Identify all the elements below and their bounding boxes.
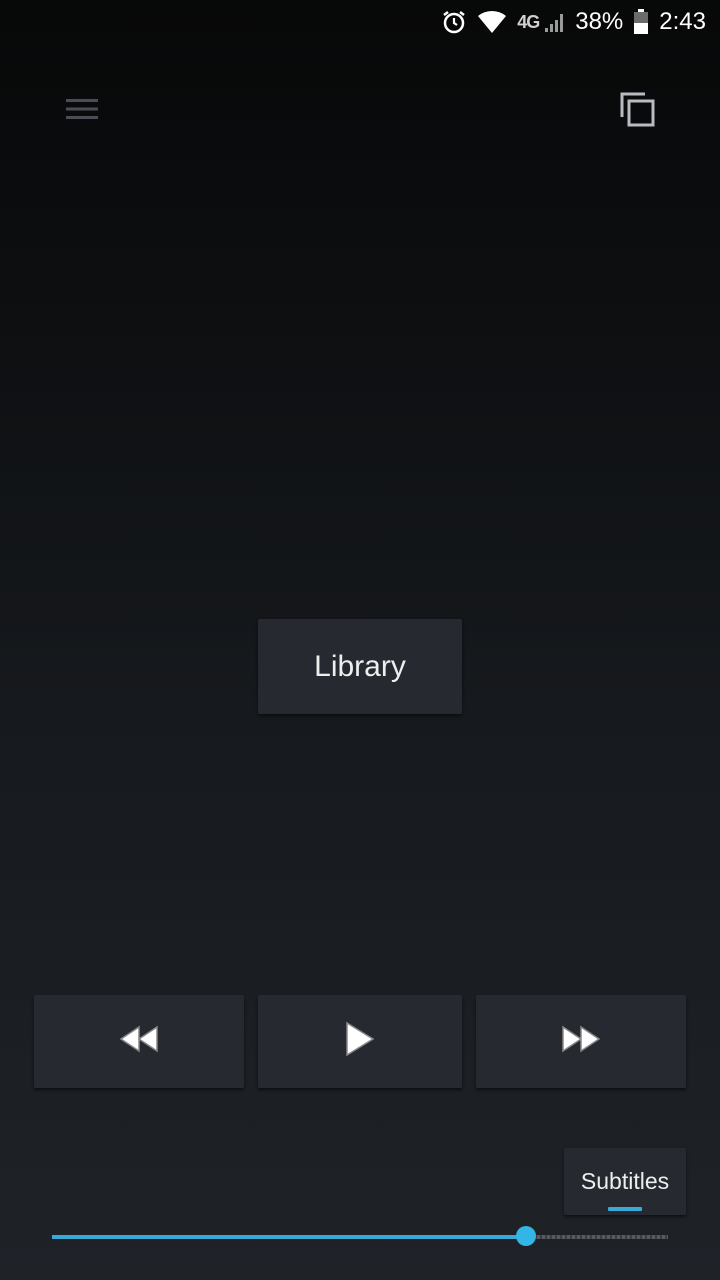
fast-forward-icon <box>559 1023 603 1060</box>
battery-icon <box>633 9 649 35</box>
subtitles-active-indicator <box>608 1207 642 1211</box>
fast-forward-button[interactable] <box>476 995 686 1088</box>
play-icon <box>343 1020 377 1063</box>
copy-icon[interactable] <box>612 84 664 136</box>
clock: 2:43 <box>659 8 706 35</box>
network-type-label: 4G <box>517 11 540 32</box>
rewind-button[interactable] <box>34 995 244 1088</box>
seek-bar-progress <box>52 1235 527 1239</box>
status-bar: 4G 38% 2:43 <box>0 0 720 44</box>
rewind-icon <box>117 1023 161 1060</box>
subtitles-button[interactable]: Subtitles <box>564 1148 686 1215</box>
library-button-label: Library <box>314 649 406 683</box>
seek-bar[interactable] <box>52 1226 668 1246</box>
alarm-icon <box>441 9 467 35</box>
battery-percentage: 38% <box>575 8 624 35</box>
seek-bar-thumb[interactable] <box>516 1226 537 1246</box>
hamburger-menu-icon[interactable] <box>56 86 108 132</box>
subtitles-button-label: Subtitles <box>580 1168 670 1194</box>
library-button[interactable]: Library <box>258 619 462 714</box>
play-button[interactable] <box>258 995 462 1088</box>
wifi-icon <box>477 10 507 34</box>
cell-signal-icon <box>543 11 565 33</box>
